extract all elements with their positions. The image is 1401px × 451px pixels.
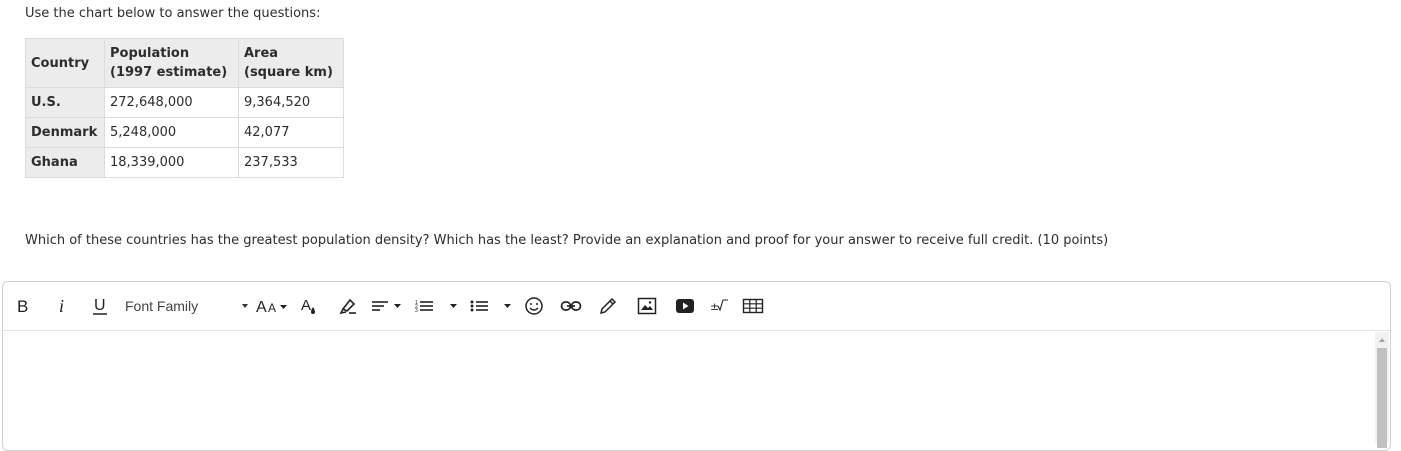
font-size-button[interactable]: A A — [255, 294, 291, 318]
header-population-line2: (1997 estimate) — [110, 65, 228, 80]
svg-text:3: 3 — [415, 308, 418, 314]
emoji-button[interactable] — [523, 294, 545, 318]
font-family-select[interactable]: Font Family — [125, 294, 250, 318]
svg-text:A: A — [301, 297, 311, 314]
link-button[interactable] — [559, 294, 583, 318]
row-country: Ghana — [25, 147, 105, 178]
bold-icon: B — [17, 298, 28, 314]
table-row: Ghana 18,339,000 237,533 — [25, 147, 344, 178]
row-country: Denmark — [25, 117, 105, 148]
pencil-icon — [599, 297, 617, 315]
font-color-icon: A — [301, 297, 315, 314]
math-button[interactable]: ± — [708, 294, 730, 318]
table-icon — [742, 298, 764, 314]
draw-button[interactable] — [597, 294, 619, 318]
bold-button[interactable]: B — [14, 294, 32, 318]
insert-image-button[interactable] — [636, 294, 658, 318]
font-size-icon: A A — [256, 299, 287, 315]
highlight-button[interactable] — [337, 294, 359, 318]
chevron-down-icon — [242, 304, 248, 308]
editor-text-area[interactable] — [3, 331, 1390, 451]
editor-toolbar: B i U Font Family A A A 1 2 3 ± — [3, 282, 1390, 331]
numbered-list-button[interactable]: 1 2 3 — [414, 294, 460, 318]
row-country: U.S. — [25, 87, 105, 118]
header-area-line1: Area — [244, 46, 279, 61]
bullet-list-icon — [470, 300, 511, 312]
underline-button[interactable]: U — [90, 294, 110, 318]
insert-table-button[interactable] — [741, 294, 765, 318]
row-area: 237,533 — [238, 147, 344, 178]
insert-video-button[interactable] — [674, 294, 696, 318]
align-button[interactable] — [370, 294, 404, 318]
country-data-table: Country Population (1997 estimate) Area … — [25, 38, 344, 178]
scroll-up-arrow-icon[interactable] — [1379, 338, 1385, 342]
emoji-icon — [525, 297, 543, 315]
svg-text:U: U — [94, 297, 106, 314]
video-icon — [676, 299, 694, 313]
row-population: 272,648,000 — [104, 87, 239, 118]
highlight-icon — [339, 298, 356, 315]
font-color-button[interactable]: A — [299, 294, 321, 318]
header-area: Area (square km) — [238, 38, 344, 88]
font-family-label: Font Family — [125, 298, 199, 314]
svg-text:i: i — [59, 298, 64, 314]
numbered-list-icon: 1 2 3 — [415, 300, 457, 314]
svg-text:A: A — [268, 301, 276, 315]
align-icon — [372, 301, 401, 311]
underline-icon: U — [93, 297, 107, 315]
table-row: U.S. 272,648,000 9,364,520 — [25, 87, 344, 118]
italic-button[interactable]: i — [53, 294, 71, 318]
question-text: Which of these countries has the greates… — [25, 233, 1109, 248]
table-header-row: Country Population (1997 estimate) Area … — [25, 38, 344, 88]
row-area: 42,077 — [238, 117, 344, 148]
italic-icon: i — [59, 298, 64, 314]
link-icon — [560, 301, 582, 311]
svg-text:B: B — [17, 298, 28, 314]
header-population-line1: Population — [110, 46, 190, 61]
image-icon — [637, 297, 657, 315]
editor-scrollbar[interactable] — [1375, 332, 1389, 448]
svg-text:A: A — [256, 299, 267, 315]
header-country: Country — [25, 38, 105, 88]
row-area: 9,364,520 — [238, 87, 344, 118]
row-population: 5,248,000 — [104, 117, 239, 148]
scrollbar-thumb[interactable] — [1377, 348, 1387, 448]
header-population: Population (1997 estimate) — [104, 38, 239, 88]
header-area-line2: (square km) — [244, 65, 333, 80]
bullet-list-button[interactable] — [469, 294, 515, 318]
table-row: Denmark 5,248,000 42,077 — [25, 117, 344, 148]
math-icon: ± — [710, 299, 728, 313]
instructions-text: Use the chart below to answer the questi… — [25, 6, 321, 21]
rich-text-editor: B i U Font Family A A A 1 2 3 ± — [2, 281, 1391, 451]
row-population: 18,339,000 — [104, 147, 239, 178]
